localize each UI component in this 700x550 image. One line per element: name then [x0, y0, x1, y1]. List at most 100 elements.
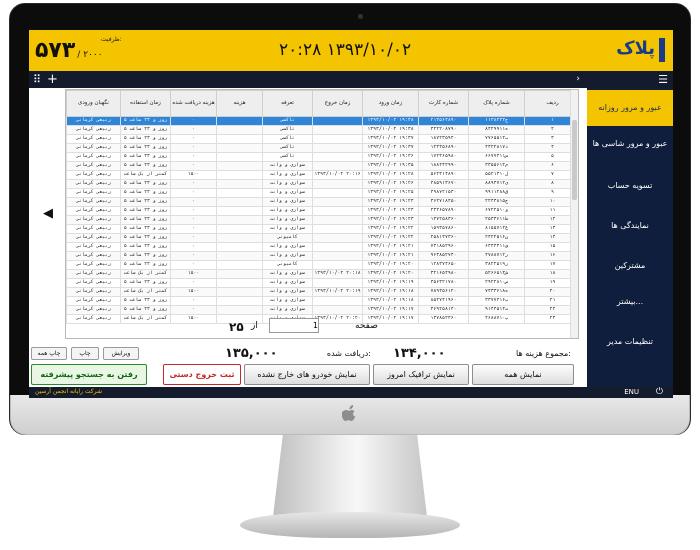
- table-cell: ۱۳۹۳/۱۰/۰۲ ۱۹:۲۴: [362, 206, 419, 216]
- show-today-traffic-button[interactable]: نمایش ترافیک امروز: [373, 364, 469, 385]
- sidebar-item-more[interactable]: بیشتر...: [587, 284, 673, 320]
- language-toggle[interactable]: ENU: [624, 388, 639, 396]
- column-header[interactable]: شماره پلاک: [468, 90, 525, 117]
- column-header[interactable]: تعرفه: [262, 90, 313, 117]
- table-row[interactable]: ربیعی کرمانی ۵ روز و ۲۳ ساعت ۰ تاکسی ۱۳۹۳/۱۰…: [66, 152, 578, 162]
- table-cell: ۱۳۹۳/۱۰/۰۲ ۱۹:۲۱: [362, 251, 419, 261]
- received-label: دریافت شده:: [326, 349, 371, 358]
- table-row[interactable]: ربیعی کرمانی ۵ روز و ۲۳ ساعت ۰ سواری و وانت…: [66, 242, 578, 252]
- traffic-data-table: نگهبان ورودی زمان استفاده هزینه دریافت شده…: [66, 90, 578, 324]
- add-icon[interactable]: +: [47, 72, 58, 87]
- show-not-exited-button[interactable]: نمایش خودرو های خارج نشده: [244, 364, 370, 385]
- table-cell: ۵ روز و ۲۳ ساعت: [120, 251, 171, 261]
- table-cell: ربیعی کرمانی: [66, 296, 121, 306]
- table-row[interactable]: ربیعی کرمانی ۵ روز و ۲۳ ساعت ۰ سواری و وانت…: [66, 206, 578, 216]
- column-header[interactable]: زمان خروج: [312, 90, 363, 117]
- table-cell: سواری و وانت: [262, 161, 313, 171]
- table-cell: ربیعی کرمانی: [66, 215, 121, 225]
- table-cell: [216, 197, 263, 207]
- table-row[interactable]: ربیعی کرمانی ۵ روز و ۲۳ ساعت ۰ سواری و وانت…: [66, 296, 578, 306]
- advanced-search-button[interactable]: رفتن به جستجو پیشرفته: [31, 364, 147, 385]
- header-bar: ۵۷۳/ ۲۰۰۰ ظرفیت: ۲۰:۲۸ ۱۳۹۳/۱۰/۰۲ پلاک: [29, 30, 673, 71]
- table-row[interactable]: ربیعی کرمانی ۵ روز و ۲۳ ساعت ۰ تاکسی ۱۳۹۳/۱۰…: [66, 116, 578, 126]
- sidebar-item-admin-settings[interactable]: تنظیمات مدیر: [587, 324, 673, 360]
- table-cell: سواری و وانت: [262, 296, 313, 306]
- table-cell: ربیعی کرمانی: [66, 197, 121, 207]
- page-number-input[interactable]: [269, 318, 319, 333]
- table-cell: ۰: [170, 296, 217, 306]
- table-row[interactable]: ربیعی کرمانی ۵ روز و ۲۳ ساعت ۰ کامیونی ۱۳۹۳/…: [66, 260, 578, 270]
- table-cell: [216, 278, 263, 288]
- table-row[interactable]: ربیعی کرمانی ۵ روز و ۲۳ ساعت ۰ سواری و وانت…: [66, 188, 578, 198]
- table-cell: ۱۳۹۳/۱۰/۰۲ ۱۹:۳۸: [362, 125, 419, 135]
- sidebar-item-subscribers[interactable]: مشترکین: [587, 248, 673, 284]
- column-header[interactable]: نگهبان ورودی: [66, 90, 121, 117]
- prev-page-arrow-icon[interactable]: ◀: [41, 207, 55, 221]
- grid-menu-icon[interactable]: ⠿: [33, 72, 41, 87]
- table-row[interactable]: ربیعی کرمانی ۵ روز و ۲۳ ساعت ۰ تاکسی ۱۳۹۳/۱۰…: [66, 134, 578, 144]
- table-row[interactable]: ربیعی کرمانیکمتر از یک ساعت۱۵۰۰ سواری و و…: [66, 287, 578, 297]
- chevron-right-icon[interactable]: ›: [576, 72, 580, 87]
- column-header[interactable]: زمان استفاده: [120, 90, 171, 117]
- stage: ۵۷۳/ ۲۰۰۰ ظرفیت: ۲۰:۲۸ ۱۳۹۳/۱۰/۰۲ پلاک ⠿…: [0, 0, 700, 550]
- table-header-row: نگهبان ورودی زمان استفاده هزینه دریافت شده…: [66, 90, 578, 117]
- print-button[interactable]: چاپ: [71, 347, 99, 360]
- sidebar-item-agencies[interactable]: نمایندگی ها: [587, 208, 673, 244]
- table-cell: ربیعی کرمانی: [66, 233, 121, 243]
- table-cell: [216, 170, 263, 180]
- table-cell: ۱۵۰۰: [170, 269, 217, 279]
- table-row[interactable]: ربیعی کرمانیکمتر از یک ساعت۱۵۰۰ سواری و و…: [66, 269, 578, 279]
- table-cell: [216, 116, 263, 126]
- scrollbar-thumb[interactable]: [572, 120, 577, 200]
- table-row[interactable]: ربیعی کرمانی ۵ روز و ۲۳ ساعت ۰ سواری و وانت…: [66, 197, 578, 207]
- table-cell: [216, 305, 263, 315]
- table-cell: ۵ روز و ۲۳ ساعت: [120, 233, 171, 243]
- table-scrollbar[interactable]: [570, 90, 578, 338]
- table-cell: [312, 188, 363, 198]
- sidebar-item-chassis-traffic[interactable]: عبور و مرور شاسی ها: [587, 126, 673, 162]
- hamburger-menu-icon[interactable]: ☰: [658, 72, 668, 87]
- table-row[interactable]: ربیعی کرمانی ۵ روز و ۲۳ ساعت ۰ سواری و وانت…: [66, 215, 578, 225]
- table-row[interactable]: ربیعی کرمانیکمتر از یک ساعت۱۵۰۰ سواری و و…: [66, 170, 578, 180]
- table-cell: ۰: [170, 251, 217, 261]
- table-row[interactable]: ربیعی کرمانی ۵ روز و ۲۳ ساعت ۰ کامیونی ۱۳۹۳/…: [66, 233, 578, 243]
- table-row[interactable]: ربیعی کرمانی ۵ روز و ۲۳ ساعت ۰ سواری و وانت…: [66, 305, 578, 315]
- edit-button[interactable]: ویرایش: [103, 347, 139, 360]
- table-cell: ربیعی کرمانی: [66, 287, 121, 297]
- column-header[interactable]: هزینه: [216, 90, 263, 117]
- table-row[interactable]: ربیعی کرمانی ۵ روز و ۲۳ ساعت ۰ تاکسی ۱۳۹۳/۱۰…: [66, 125, 578, 135]
- table-cell: [216, 296, 263, 306]
- table-cell: ۵ روز و ۲۳ ساعت: [120, 278, 171, 288]
- sidebar-item-settlement[interactable]: تسویه حساب: [587, 168, 673, 204]
- table-cell: ۱۲۳۴۵۶۸۹۰: [418, 143, 469, 153]
- table-cell: [312, 161, 363, 171]
- table-cell: سواری و وانت: [262, 170, 313, 180]
- table-row[interactable]: ربیعی کرمانی ۵ روز و ۲۳ ساعت ۰ سواری و وانت…: [66, 278, 578, 288]
- print-all-button[interactable]: چاپ همه: [31, 347, 67, 360]
- traffic-table: نگهبان ورودی زمان استفاده هزینه دریافت شده…: [65, 89, 579, 339]
- column-header[interactable]: شماره کارت: [418, 90, 469, 117]
- table-cell: ۳۸ز۲۲۵۱۹: [468, 260, 525, 270]
- table-cell: ۰: [170, 215, 217, 225]
- table-cell: ربیعی کرمانی: [66, 314, 121, 324]
- table-cell: ربیعی کرمانی: [66, 161, 121, 171]
- table-cell: ۱۵۰۰: [170, 170, 217, 180]
- manual-exit-button[interactable]: ثبت خروج دستی: [163, 364, 241, 385]
- table-cell: ۰: [170, 242, 217, 252]
- received-value: ۱۳۵,۰۰۰: [225, 346, 278, 361]
- table-row[interactable]: ربیعی کرمانی ۵ روز و ۲۳ ساعت ۰ سواری و وانت…: [66, 161, 578, 171]
- power-icon[interactable]: ⏻: [656, 387, 663, 397]
- table-cell: [312, 143, 363, 153]
- table-cell: ۵ روز و ۲۳ ساعت: [120, 215, 171, 225]
- sidebar-item-daily-traffic[interactable]: عبور و مرور روزانه: [587, 90, 673, 126]
- table-cell: سواری و وانت: [262, 188, 313, 198]
- table-cell: ۰: [170, 233, 217, 243]
- table-row[interactable]: ربیعی کرمانی ۵ روز و ۲۳ ساعت ۰ سواری و وانت…: [66, 251, 578, 261]
- show-all-button[interactable]: نمایش همه: [472, 364, 574, 385]
- column-header[interactable]: هزینه دریافت شده: [170, 90, 217, 117]
- table-row[interactable]: ربیعی کرمانی ۵ روز و ۲۳ ساعت ۰ سواری و وانت…: [66, 224, 578, 234]
- table-row[interactable]: ربیعی کرمانی ۵ روز و ۲۳ ساعت ۰ تاکسی ۱۳۹۳/۱۰…: [66, 143, 578, 153]
- column-header[interactable]: زمان ورود: [362, 90, 419, 117]
- table-cell: ۵ روز و ۲۳ ساعت: [120, 143, 171, 153]
- table-row[interactable]: ربیعی کرمانی ۵ روز و ۲۳ ساعت ۰ سواری و وانت…: [66, 179, 578, 189]
